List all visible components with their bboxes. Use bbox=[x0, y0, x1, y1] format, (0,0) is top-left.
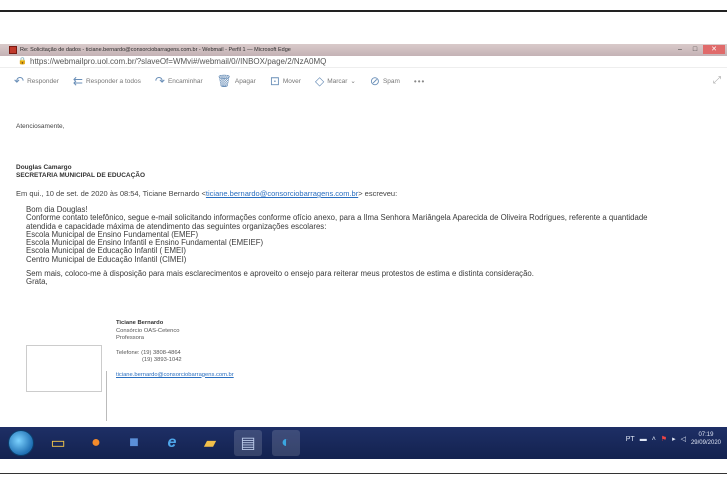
sender-phone-2: (19) 3893-1042 bbox=[142, 357, 182, 363]
chevron-down-icon: ⌄ bbox=[350, 78, 356, 85]
window-title: Re: Solicitação de dados - ticiane.berna… bbox=[20, 47, 291, 53]
more-options-button[interactable]: ••• bbox=[414, 77, 425, 86]
mail-app-icon bbox=[9, 46, 17, 54]
reply-all-label: Responder a todos bbox=[85, 77, 141, 85]
maximize-button[interactable]: □ bbox=[688, 45, 702, 54]
reply-icon: ↶ bbox=[14, 74, 25, 88]
minimize-button[interactable]: – bbox=[673, 45, 687, 54]
delete-button[interactable]: 🗑 Apagar bbox=[217, 75, 256, 87]
signature-divider bbox=[106, 371, 107, 421]
expand-icon[interactable]: ⤢ bbox=[713, 75, 721, 86]
sender-signature: Ticiane Bernardo Consórcio OAS-Cetenco P… bbox=[116, 320, 234, 379]
close-button[interactable]: ✕ bbox=[703, 45, 725, 54]
closing-paragraph: Sem mais, coloco-me à disposição para ma… bbox=[26, 269, 716, 287]
sender-signature-email[interactable]: ticiane.bernardo@consorciobarragens.com.… bbox=[116, 372, 234, 380]
app-icon[interactable]: ■ bbox=[120, 430, 148, 456]
quote-line: Centro Municipal de Educação Infantil (C… bbox=[26, 254, 187, 264]
language-indicator[interactable]: PT bbox=[626, 436, 635, 443]
windows-taskbar: ▭ ● ■ e ▰ ▤ ◐ PT ▬ ˄ ⚑ ▸ ◁ 07:19 29/09/2… bbox=[0, 427, 727, 459]
forward-label: Encaminhar bbox=[167, 77, 203, 85]
signature-name: Douglas Camargo bbox=[16, 164, 72, 171]
screenshot-area: Re: Solicitação de dados - ticiane.berna… bbox=[0, 44, 727, 459]
spam-button[interactable]: ⊘ Spam bbox=[370, 75, 400, 87]
trash-icon: 🗑 bbox=[216, 74, 232, 88]
firefox-icon[interactable]: ● bbox=[82, 430, 110, 456]
network-icon[interactable]: ▸ bbox=[672, 435, 676, 443]
start-button[interactable] bbox=[8, 430, 34, 456]
window-titlebar: Re: Solicitação de dados - ticiane.berna… bbox=[0, 44, 727, 56]
edge-icon[interactable]: ◐ bbox=[272, 430, 300, 456]
quote-header-text: Em qui., 10 de set. de 2020 às 08:54, Ti… bbox=[16, 189, 206, 198]
sender-company: Consórcio OAS-Cetenco bbox=[116, 327, 180, 334]
forward-button[interactable]: ↷ Encaminhar bbox=[155, 75, 203, 87]
clock-date: 29/09/2020 bbox=[690, 440, 721, 446]
quoted-message: Bom dia Douglas! Conforme contato telefô… bbox=[26, 205, 716, 264]
reply-label: Responder bbox=[27, 77, 59, 85]
system-tray: PT ▬ ˄ ⚑ ▸ ◁ 07:19 29/09/2020 bbox=[626, 431, 721, 447]
url-text[interactable]: https://webmailpro.uol.com.br/?slaveOf=W… bbox=[30, 57, 326, 66]
flag-icon[interactable]: ⚑ bbox=[661, 435, 667, 443]
email-body: Atenciosamente, Douglas Camargo SECRETAR… bbox=[0, 92, 727, 437]
document-icon[interactable]: ▤ bbox=[234, 430, 262, 456]
top-rule bbox=[0, 10, 727, 12]
tag-icon: ◇ bbox=[314, 74, 325, 88]
volume-icon[interactable]: ◁ bbox=[681, 435, 686, 443]
quote-header: Em qui., 10 de set. de 2020 às 08:54, Ti… bbox=[16, 189, 397, 198]
chevron-up-icon[interactable]: ˄ bbox=[652, 436, 656, 443]
mail-toolbar: ↶ Responder ⇇ Responder a todos ↷ Encami… bbox=[0, 70, 727, 92]
closing-line: Sem mais, coloco-me à disposição para ma… bbox=[26, 269, 534, 278]
signature-department: SECRETARIA MUNICIPAL DE EDUCAÇÃO bbox=[16, 172, 146, 179]
sender-role: Professora bbox=[116, 335, 145, 341]
bottom-rule bbox=[0, 473, 727, 474]
internet-explorer-icon[interactable]: e bbox=[158, 430, 186, 456]
delete-label: Apagar bbox=[234, 77, 256, 85]
mark-button[interactable]: ◇ Marcar ⌄ bbox=[315, 75, 356, 87]
address-bar[interactable]: 🔒 https://webmailpro.uol.com.br/?slaveOf… bbox=[0, 56, 727, 68]
reply-button[interactable]: ↶ Responder bbox=[14, 75, 59, 87]
battery-icon[interactable]: ▬ bbox=[640, 436, 647, 443]
sender-phone-1: Telefone: (19) 3808-4864 bbox=[116, 349, 181, 356]
mark-label: Marcar bbox=[327, 77, 348, 85]
spam-icon: ⊘ bbox=[369, 74, 380, 88]
move-icon: ⊡ bbox=[269, 74, 280, 88]
reply-all-icon: ⇇ bbox=[72, 74, 83, 88]
spam-label: Spam bbox=[382, 77, 400, 85]
forward-icon: ↷ bbox=[154, 74, 165, 88]
reply-all-button[interactable]: ⇇ Responder a todos bbox=[73, 75, 141, 87]
quote-header-suffix: > escreveu: bbox=[358, 189, 398, 198]
file-explorer-icon[interactable]: ▭ bbox=[44, 430, 72, 456]
move-label: Mover bbox=[282, 77, 301, 85]
lock-icon: 🔒 bbox=[18, 58, 27, 65]
signature-logo-placeholder bbox=[26, 345, 102, 392]
sender-name: Ticiane Bernardo bbox=[116, 320, 164, 326]
move-button[interactable]: ⊡ Mover bbox=[270, 75, 301, 87]
sender-email-link[interactable]: ticiane.bernardo@consorciobarragens.com.… bbox=[206, 189, 358, 198]
system-clock[interactable]: 07:19 29/09/2020 bbox=[691, 431, 721, 447]
clock-time: 07:19 bbox=[698, 432, 714, 438]
thanks-line: Grata, bbox=[26, 277, 48, 287]
window-controls: – □ ✕ bbox=[673, 45, 725, 54]
closing-greeting: Atenciosamente, bbox=[16, 123, 65, 130]
folder-icon[interactable]: ▰ bbox=[196, 430, 224, 456]
